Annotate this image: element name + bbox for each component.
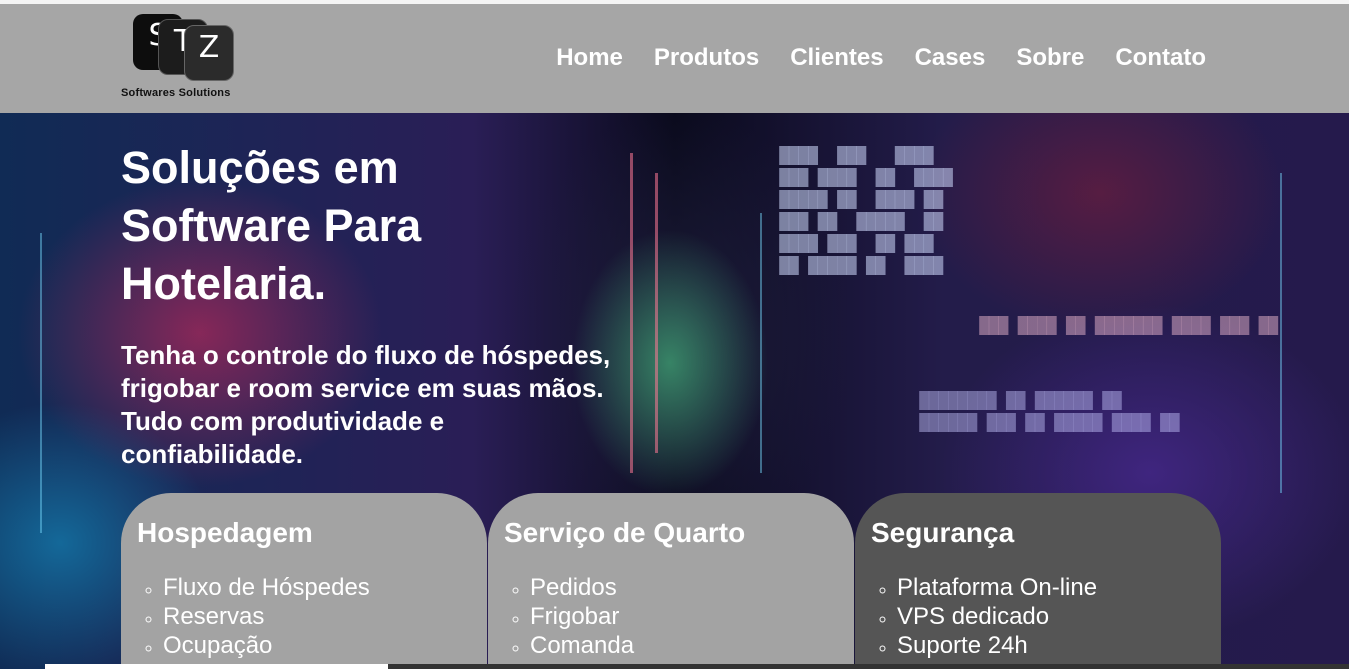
nav-sobre[interactable]: Sobre <box>1016 44 1084 72</box>
horizontal-scrollbar-thumb[interactable] <box>45 664 388 669</box>
hero-section: ████ ███ ████ ███ ████ ██ ████ █████ ██ … <box>0 113 1349 669</box>
card-list: Plataforma On-line VPS dedicado Suporte … <box>871 573 1205 660</box>
card-title: Serviço de Quarto <box>504 517 746 548</box>
card-list: Pedidos Frigobar Comanda <box>504 573 838 660</box>
hero-background-streak <box>630 153 633 473</box>
list-item: Ocupação <box>163 631 471 660</box>
list-item: Frigobar <box>530 602 838 631</box>
list-item: Reservas <box>163 602 471 631</box>
nav-cases[interactable]: Cases <box>915 44 986 72</box>
card-hospedagem: Hospedagem Fluxo de Hóspedes Reservas Oc… <box>121 493 487 669</box>
hero-title: Soluções em Software Para Hotelaria. <box>121 142 422 309</box>
card-title: Segurança <box>871 517 1015 548</box>
hero-background-streak <box>40 233 42 533</box>
site-header: S T Z Softwares Solutions Home Produtos … <box>0 4 1349 113</box>
hero-subtitle: Tenha o controle do fluxo de hóspedes, f… <box>121 340 611 469</box>
hero-background-code-2: ███ ████ ██ ███████ ████ ███ ██ <box>979 316 1278 335</box>
nav-contato[interactable]: Contato <box>1115 44 1206 72</box>
card-title: Hospedagem <box>137 517 313 548</box>
list-item: Comanda <box>530 631 838 660</box>
hero-background-streak <box>1280 173 1282 493</box>
stz-logo[interactable]: S T Z Softwares Solutions <box>121 14 251 102</box>
nav-home[interactable]: Home <box>556 44 623 72</box>
card-servico-de-quarto: Serviço de Quarto Pedidos Frigobar Coman… <box>488 493 854 669</box>
nav-clientes[interactable]: Clientes <box>790 44 883 72</box>
hero-background-streak <box>655 173 658 453</box>
logo-cube-z: Z <box>184 25 234 81</box>
hero-background-code: ████ ███ ████ ███ ████ ██ ████ █████ ██ … <box>779 146 953 275</box>
hero-background-code-3: ████████ ██ ██████ ██ ██████ ███ ██ ████… <box>919 391 1180 432</box>
nav-produtos[interactable]: Produtos <box>654 44 759 72</box>
list-item: Suporte 24h <box>897 631 1205 660</box>
list-item: Plataforma On-line <box>897 573 1205 602</box>
list-item: Pedidos <box>530 573 838 602</box>
card-list: Fluxo de Hóspedes Reservas Ocupação <box>137 573 471 660</box>
hero-background-streak <box>760 213 762 473</box>
main-nav: Home Produtos Clientes Cases Sobre Conta… <box>556 44 1206 72</box>
horizontal-scrollbar-track[interactable] <box>388 664 1349 669</box>
logo-tagline: Softwares Solutions <box>121 87 231 99</box>
card-seguranca: Segurança Plataforma On-line VPS dedicad… <box>855 493 1221 669</box>
list-item: Fluxo de Hóspedes <box>163 573 471 602</box>
list-item: VPS dedicado <box>897 602 1205 631</box>
